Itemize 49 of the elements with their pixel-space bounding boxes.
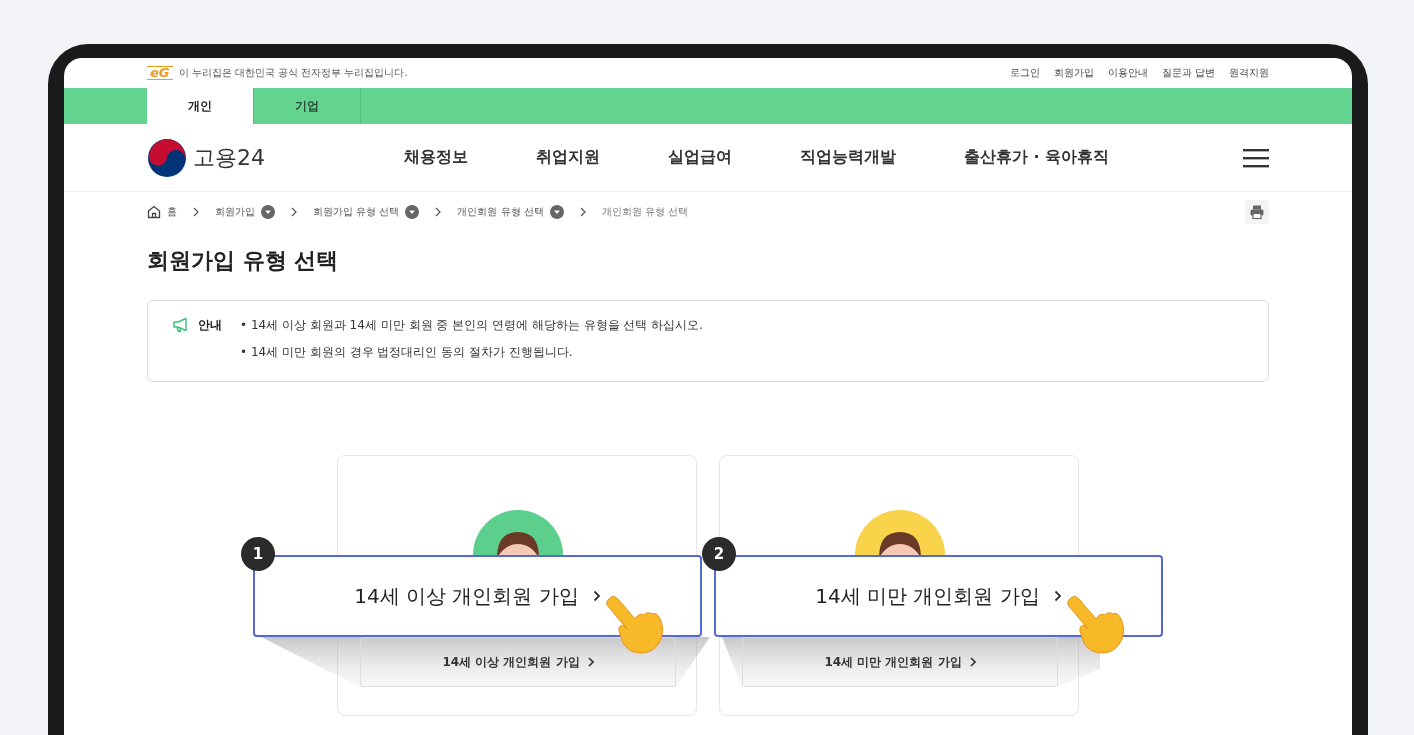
notice-text: • 14세 미만 회원의 경우 법정대리인 동의 절차가 진행됩니다. [240,344,574,361]
home-icon[interactable] [147,205,161,219]
chevron-icon [1053,590,1062,602]
utility-link[interactable]: 회원가입 [1053,66,1094,80]
taegeuk-logo-icon [147,137,187,178]
print-icon [1249,204,1265,220]
callout-label: 14세 미만 개인회원 가입 [815,582,1040,610]
print-button[interactable] [1245,200,1269,224]
notice-text: • 14세 이상 회원과 14세 미만 회원 중 본인의 연령에 해당하는 유형을 선택 하십시오. [240,317,704,334]
nav-menu-item[interactable]: 직업능력개발 [800,147,896,168]
nav-menu-item[interactable]: 출산휴가 · 육아휴직 [964,147,1110,168]
pointing-hand-icon [1066,593,1126,655]
pointing-hand-icon [605,593,665,655]
breadcrumb-link[interactable]: 회원가입 유형 선택 [313,205,400,219]
chevron-icon [969,657,976,667]
emblem-logo: eG [147,66,173,80]
nav-menu-item[interactable]: 취업지원 [536,147,600,168]
chevron-icon [291,207,297,217]
megaphone-icon [172,317,190,333]
nav-menu-item[interactable]: 채용정보 [404,147,468,168]
site-logo-text[interactable]: 고용24 [193,142,265,173]
callout-label: 14세 이상 개인회원 가입 [354,582,579,610]
utility-link[interactable]: 이용안내 [1107,66,1148,80]
utility-link[interactable]: 원격지원 [1229,66,1269,80]
step-number-badge: 2 [702,537,736,571]
chevron-icon [587,657,594,667]
signup-button[interactable]: 14세 이상 개인회원 가입 [360,637,676,687]
chevron-icon [193,207,199,217]
nav-menu-item[interactable]: 실업급여 [668,147,732,168]
user-type-tab[interactable]: 기업 [254,88,361,124]
breadcrumb-link[interactable]: 홈 [167,205,177,219]
chevron-icon [579,207,586,217]
breadcrumb-link[interactable]: 개인회원 유형 선택 [601,205,689,219]
dropdown-icon[interactable] [549,205,564,219]
signup-button[interactable]: 14세 미만 개인회원 가입 [742,637,1058,687]
breadcrumb-link[interactable]: 개인회원 유형 선택 [457,205,544,219]
breadcrumb-link[interactable]: 회원가입 [215,205,255,219]
page-title: 회원가입 유형 선택 [147,247,340,275]
dropdown-icon[interactable] [405,205,420,219]
chevron-icon [592,590,601,602]
dropdown-icon[interactable] [261,205,275,219]
chevron-icon [435,207,442,217]
user-type-tab[interactable]: 개인 [147,88,254,124]
step-number-badge: 1 [241,537,275,571]
gov-banner-text: 이 누리집은 대한민국 공식 전자정부 누리집입니다. [178,66,408,80]
notice-label: 안내 [198,317,222,334]
utility-link[interactable]: 로그인 [1009,66,1040,80]
menu-icon[interactable] [1243,147,1269,168]
utility-link[interactable]: 질문과 답변 [1161,66,1215,80]
